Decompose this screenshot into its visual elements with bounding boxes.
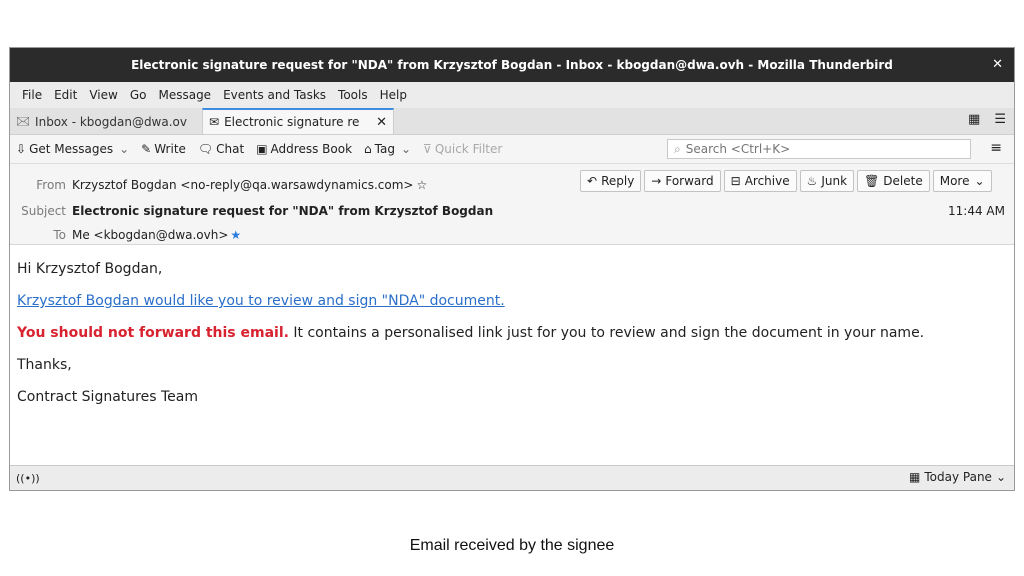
quick-filter-label: Quick Filter <box>434 142 503 156</box>
warning-bold: You should not forward this email. <box>17 325 289 341</box>
to-label: To <box>53 228 66 242</box>
get-messages-button[interactable]: ⇩ Get Messages ⌄ <box>16 142 129 156</box>
subject-row: Subject Electronic signature request for… <box>16 204 493 218</box>
message-time: 11:44 AM <box>948 204 1005 218</box>
star-filled-icon[interactable]: ★ <box>230 228 241 242</box>
signature: Contract Signatures Team <box>17 389 198 405</box>
more-label: More <box>939 174 970 188</box>
tab-close-icon[interactable]: ✕ <box>376 115 387 130</box>
forward-button[interactable]: → Forward <box>644 170 721 192</box>
pencil-icon: ✎ <box>141 142 152 156</box>
archive-box-icon: ⊟ <box>730 174 741 188</box>
to-row: To Me <kbogdan@dwa.ovh> ★ <box>16 228 241 242</box>
chevron-down-icon: ⌄ <box>400 142 412 156</box>
menu-message[interactable]: Message <box>152 88 217 102</box>
tag-label: Tag <box>374 142 395 156</box>
greeting: Hi Krzysztof Bogdan, <box>17 261 163 277</box>
tasks-icon[interactable]: ☰ <box>994 112 1006 127</box>
download-icon: ⇩ <box>16 142 27 156</box>
from-row: From Krzysztof Bogdan <no-reply@qa.warsa… <box>16 178 427 192</box>
reply-arrow-icon: ↶ <box>587 174 598 188</box>
flame-icon: ♨ <box>806 174 818 188</box>
menu-file[interactable]: File <box>16 88 48 102</box>
calendar-icon[interactable]: ▦ <box>968 112 980 127</box>
thanks: Thanks, <box>17 357 72 373</box>
delete-label: Delete <box>883 174 923 188</box>
chat-button[interactable]: 🗨 Chat <box>198 142 244 156</box>
more-button[interactable]: More ⌄ <box>932 170 992 192</box>
reply-button[interactable]: ↶ Reply <box>580 170 642 192</box>
close-icon[interactable]: ✕ <box>992 57 1003 72</box>
search-icon: ⌕ <box>674 141 681 156</box>
message-actions: ↶ Reply → Forward ⊟ Archive ♨ Junk 🗑 Del… <box>580 170 992 192</box>
calendar-icon: ▦ <box>909 470 921 484</box>
warning-rest: It contains a personalised link just for… <box>288 325 925 341</box>
filter-icon: ⊽ <box>423 142 432 156</box>
chat-label: Chat <box>216 142 245 156</box>
menu-tools[interactable]: Tools <box>332 88 374 102</box>
menu-bar: File Edit View Go Message Events and Tas… <box>10 82 1014 108</box>
tab-inbox[interactable]: 🖂 Inbox - kbogdan@dwa.ov <box>10 110 202 134</box>
status-bar: ((•)) ▦ Today Pane ⌄ <box>10 465 1014 490</box>
address-book-icon: ▣ <box>256 142 268 156</box>
menu-edit[interactable]: Edit <box>48 88 83 102</box>
warning-paragraph: You should not forward this email. It co… <box>17 323 1007 343</box>
today-pane-toggle[interactable]: ▦ Today Pane ⌄ <box>909 470 1006 484</box>
delete-button[interactable]: 🗑 Delete <box>857 170 930 192</box>
tag-icon: ⌂ <box>364 142 372 156</box>
write-button[interactable]: ✎ Write <box>141 142 186 156</box>
trash-icon: 🗑 <box>864 174 880 188</box>
from-value[interactable]: Krzysztof Bogdan <no-reply@qa.warsawdyna… <box>72 178 413 192</box>
tab-message-label: Electronic signature re <box>224 115 360 129</box>
hamburger-menu-icon[interactable]: ≡ <box>990 140 1002 156</box>
tag-button[interactable]: ⌂ Tag ⌄ <box>364 142 411 156</box>
today-pane-label: Today Pane <box>924 470 992 484</box>
archive-label: Archive <box>744 174 790 188</box>
figure-caption: Email received by the signee <box>409 537 615 554</box>
address-book-button[interactable]: ▣ Address Book <box>256 142 352 156</box>
title-bar: Electronic signature request for "NDA" f… <box>10 48 1014 82</box>
menu-help[interactable]: Help <box>374 88 413 102</box>
chevron-down-icon: ⌄ <box>995 470 1006 484</box>
menu-view[interactable]: View <box>83 88 123 102</box>
forward-arrow-icon: → <box>651 174 662 188</box>
from-label: From <box>36 178 66 192</box>
search-box[interactable]: ⌕ <box>667 139 971 159</box>
inbox-icon: 🖂 <box>16 113 31 128</box>
reply-label: Reply <box>601 174 635 188</box>
subject-value: Electronic signature request for "NDA" f… <box>72 204 494 218</box>
tab-inbox-label: Inbox - kbogdan@dwa.ov <box>35 115 187 129</box>
junk-label: Junk <box>821 174 848 188</box>
message-header: From Krzysztof Bogdan <no-reply@qa.warsa… <box>10 164 1014 245</box>
menu-go[interactable]: Go <box>124 88 153 102</box>
address-book-label: Address Book <box>270 142 353 156</box>
chevron-down-icon[interactable]: ⌄ <box>119 142 129 156</box>
tab-bar: 🖂 Inbox - kbogdan@dwa.ov ✉ Electronic si… <box>10 108 1014 135</box>
to-value[interactable]: Me <kbogdan@dwa.ovh> <box>72 228 228 242</box>
junk-button[interactable]: ♨ Junk <box>799 170 855 192</box>
chevron-down-icon: ⌄ <box>974 174 985 188</box>
envelope-icon: ✉ <box>209 115 220 129</box>
tab-message[interactable]: ✉ Electronic signature re ✕ <box>202 108 394 134</box>
forward-label: Forward <box>665 174 714 188</box>
star-outline-icon[interactable]: ☆ <box>416 178 427 192</box>
search-input[interactable] <box>683 141 970 157</box>
menu-events-and-tasks[interactable]: Events and Tasks <box>217 88 332 102</box>
message-body: Hi Krzysztof Bogdan, Krzysztof Bogdan wo… <box>10 245 1014 433</box>
write-label: Write <box>154 142 186 156</box>
window-title: Electronic signature request for "NDA" f… <box>131 58 893 72</box>
quick-filter-button[interactable]: ⊽ Quick Filter <box>423 142 502 156</box>
thunderbird-window: Electronic signature request for "NDA" f… <box>9 47 1015 491</box>
get-messages-label: Get Messages <box>29 142 114 156</box>
sign-document-link[interactable]: Krzysztof Bogdan would like you to revie… <box>17 293 505 309</box>
subject-label: Subject <box>21 204 66 218</box>
connection-icon[interactable]: ((•)) <box>16 472 40 485</box>
main-toolbar: ⇩ Get Messages ⌄ ✎ Write 🗨 Chat ▣ Addres… <box>10 135 1014 164</box>
archive-button[interactable]: ⊟ Archive <box>723 170 797 192</box>
chat-bubble-icon: 🗨 <box>197 142 214 156</box>
